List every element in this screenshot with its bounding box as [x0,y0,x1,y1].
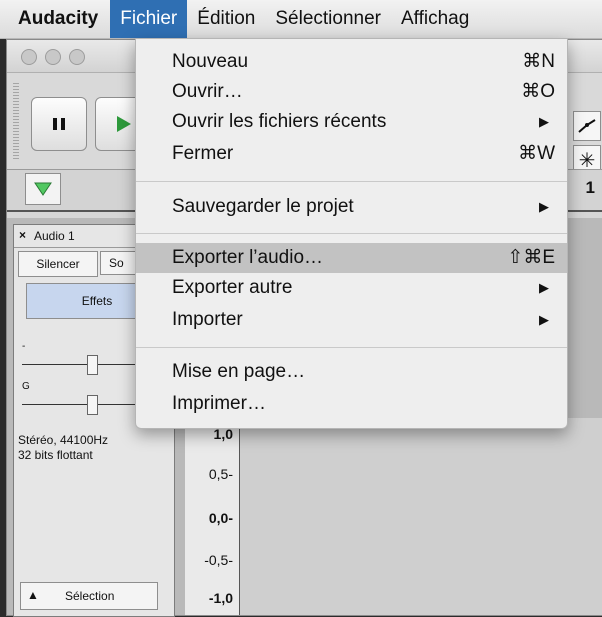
menu-item-exporter-autre[interactable]: Exporter autre ▶ [136,273,567,303]
minimize-window-icon[interactable] [45,49,61,65]
menu-item-sauvegarder[interactable]: Sauvegarder le projet ▶ [136,192,567,222]
scale-tick: 0,0- [208,510,233,526]
menu-app-audacity[interactable]: Audacity [0,0,110,38]
submenu-arrow-icon: ▶ [539,199,549,214]
toolbar-number: 1 [585,178,595,197]
menu-item-ouvrir-recents[interactable]: Ouvrir les fichiers récents ▶ [136,107,567,137]
toolbar-grip[interactable] [13,83,19,161]
menu-separator [136,233,567,234]
menu-item-exporter-audio[interactable]: Exporter l’audio… ⇧⌘E [136,243,567,273]
shortcut: ⌘N [522,51,555,72]
pause-icon [53,118,65,130]
envelope-tool-button[interactable] [573,111,601,141]
pan-slider-knob[interactable] [87,395,98,415]
menu-item-mise-en-page[interactable]: Mise en page… [136,357,567,387]
gain-slider-knob[interactable] [87,355,98,375]
menu-edition[interactable]: Édition [187,0,265,38]
selection-label: Sélection [65,589,115,603]
submenu-arrow-icon: ▶ [539,280,549,295]
close-window-icon[interactable] [21,49,37,65]
selection-button[interactable]: ▲ Sélection [20,582,158,610]
track-name[interactable]: Audio 1 [34,229,75,243]
close-track-icon[interactable]: × [19,228,26,242]
submenu-arrow-icon: ▶ [539,312,549,327]
zoom-window-icon[interactable] [69,49,85,65]
play-icon [117,116,131,132]
menu-item-nouveau[interactable]: Nouveau ⌘N [136,47,567,77]
scale-tick: -1,0 [208,590,233,606]
submenu-arrow-icon: ▶ [539,114,549,129]
menu-selectionner[interactable]: Sélectionner [265,0,391,38]
pan-slider[interactable]: G [22,381,142,415]
scale-tick: 0,5- [208,466,233,482]
pan-label: G [22,381,30,392]
envelope-tool-icon [578,119,596,133]
track-info: Stéréo, 44100Hz 32 bits flottant [18,433,108,463]
green-triangle-button[interactable] [25,173,61,205]
menu-fichier[interactable]: Fichier [110,0,188,38]
menu-item-importer[interactable]: Importer ▶ [136,305,567,335]
menu-bar: Audacity Fichier Édition Sélectionner Af… [0,0,602,39]
waveform-area[interactable] [240,418,602,615]
fichier-dropdown-menu: Nouveau ⌘N Ouvrir… ⌘O Ouvrir les fichier… [135,38,568,429]
menu-separator [136,347,567,348]
menu-item-fermer[interactable]: Fermer ⌘W [136,139,567,169]
gain-label: - [22,341,26,352]
menu-item-imprimer[interactable]: Imprimer… [136,389,567,419]
track-format: Stéréo, 44100Hz [18,433,109,447]
menu-item-ouvrir[interactable]: Ouvrir… ⌘O [136,77,567,107]
amplitude-scale: 1,0 0,5- 0,0- -0,5- -1,0 [185,418,240,615]
mute-button[interactable]: Silencer [18,251,98,277]
scale-tick: -0,5- [204,552,233,568]
shortcut: ⌘W [518,143,555,164]
shortcut: ⌘O [521,81,555,102]
pause-button[interactable] [31,97,87,151]
menu-separator [136,181,567,182]
track-bits: 32 bits flottant [18,448,93,462]
gain-slider[interactable]: - [22,341,142,375]
shortcut: ⇧⌘E [507,247,555,268]
triangle-down-icon [34,182,52,196]
collapse-triangle-icon[interactable]: ▲ [27,588,39,602]
menu-affichage[interactable]: Affichag [391,0,479,38]
